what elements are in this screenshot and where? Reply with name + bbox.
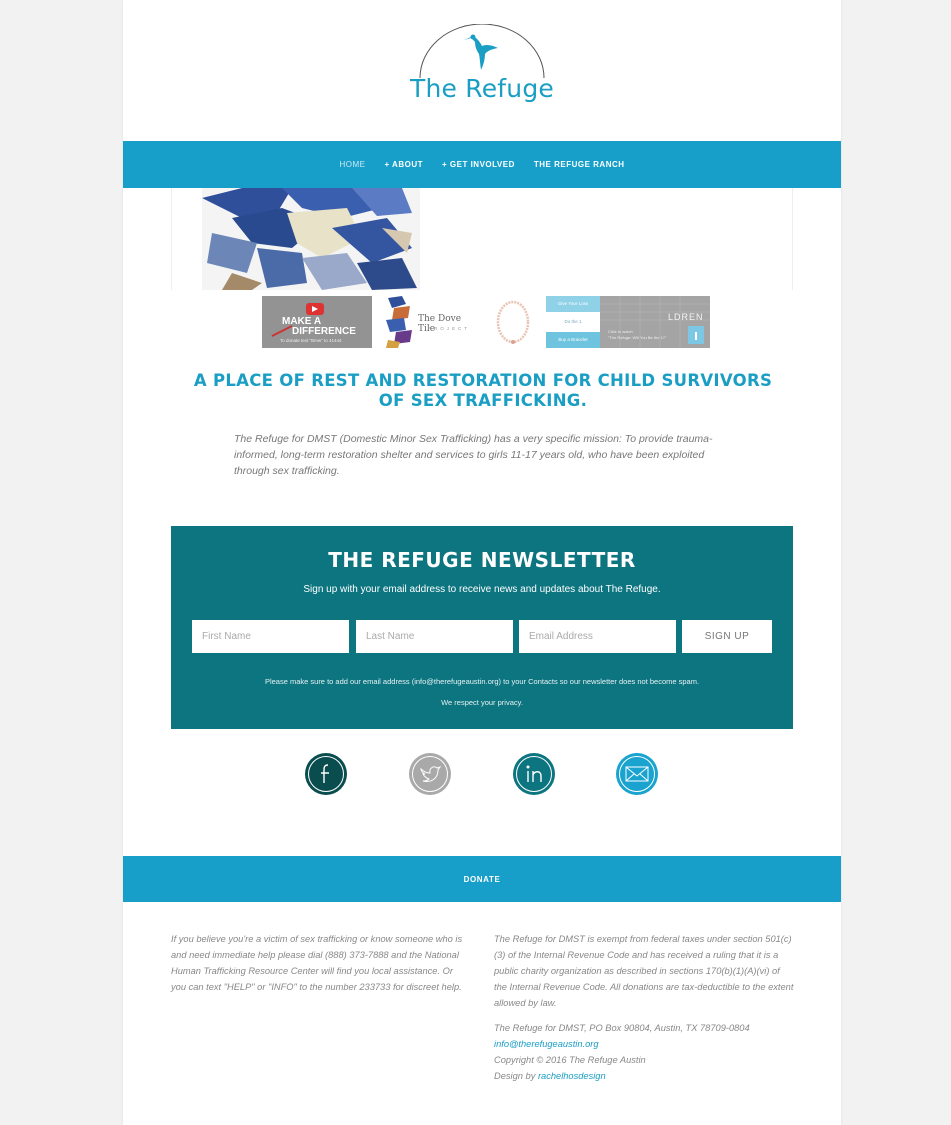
footer-tax-text: The Refuge for DMST is exempt from feder…: [494, 934, 794, 1008]
hummingbird-icon: [464, 34, 498, 70]
footer-address: The Refuge for DMST, PO Box 90804, Austi…: [494, 1023, 750, 1033]
newsletter-spam-note: Please make sure to add our email addres…: [264, 677, 700, 686]
mission-statement: The Refuge for DMST (Domestic Minor Sex …: [234, 433, 713, 477]
email-icon[interactable]: [615, 752, 659, 796]
first-name-field[interactable]: [192, 620, 349, 653]
footer-email-link[interactable]: info@therefugeaustin.org: [494, 1039, 599, 1049]
page-container: The Refuge HOME + ABOUT + GET INVOLVED T…: [123, 0, 841, 1125]
thumb-children-caption1: Click to watch: [608, 329, 633, 334]
page-headline: A PLACE OF REST AND RESTORATION FOR CHIL…: [193, 371, 773, 410]
thumb-make-a-difference-line2: DIFFERENCE: [292, 326, 356, 337]
linkedin-icon[interactable]: [512, 752, 556, 796]
thumb-dove-tile-title: The Dove Tile: [418, 314, 462, 334]
donate-link[interactable]: DONATE: [464, 875, 501, 884]
thumb-make-a-difference[interactable]: MAKE A DIFFERENCE To donate text "Bmw" t…: [262, 296, 372, 348]
site-header: The Refuge: [123, 0, 841, 141]
slideshow-main-image[interactable]: [171, 188, 793, 290]
newsletter-title: THE REFUGE NEWSLETTER: [328, 548, 636, 572]
thumb-dove-tile-project[interactable]: The Dove Tile PROJECT: [384, 296, 480, 348]
thumb-mission-btn3: Buy a Bracelet: [546, 332, 600, 348]
thumb-make-a-difference-caption: To donate text "Bmw" to 41444: [280, 338, 342, 343]
footer-right: The Refuge for DMST is exempt from feder…: [494, 931, 794, 1084]
newsletter-privacy-note: We respect your privacy.: [441, 698, 523, 707]
footer-design-prefix: Design by: [494, 1071, 538, 1081]
footer-copyright: Copyright © 2016 The Refuge Austin: [494, 1055, 646, 1065]
designer-link[interactable]: rachelhosdesign: [538, 1071, 606, 1081]
footer-help-text: If you believe you're a victim of sex tr…: [171, 934, 463, 992]
donate-bar: DONATE: [123, 856, 841, 902]
nav-item-get-involved[interactable]: + GET INVOLVED: [442, 160, 515, 169]
nav-item-about[interactable]: + ABOUT: [384, 160, 423, 169]
last-name-field[interactable]: [356, 620, 513, 653]
email-field[interactable]: [519, 620, 676, 653]
thumb-dove-tile-sub: PROJECT: [428, 326, 471, 331]
main-nav: HOME + ABOUT + GET INVOLVED THE REFUGE R…: [123, 141, 841, 188]
nav-item-refuge-ranch[interactable]: THE REFUGE RANCH: [534, 160, 625, 169]
thumb-mission-btn2: Do the 1: [546, 314, 600, 330]
thumb-mission-btn1: Give Your Loss: [546, 296, 600, 312]
slideshow-thumbnails: MAKE A DIFFERENCE To donate text "Bmw" t…: [262, 296, 710, 348]
thumb-children-video[interactable]: LDREN Click to watch "The Refuge: Will Y…: [600, 296, 710, 348]
thumb-mission-buttons[interactable]: Give Your Loss Do the 1 Buy a Bracelet: [546, 296, 600, 348]
sign-up-button[interactable]: SIGN UP: [682, 620, 772, 653]
dove-tiles-image: [202, 188, 420, 290]
nav-item-home[interactable]: HOME: [339, 160, 365, 169]
thumb-children-text: LDREN: [668, 312, 704, 322]
newsletter-block: THE REFUGE NEWSLETTER Sign up with your …: [171, 526, 793, 729]
twitter-icon[interactable]: [408, 752, 452, 796]
site-title[interactable]: The Refuge: [123, 74, 841, 103]
logo-mark[interactable]: [413, 24, 551, 80]
newsletter-subtitle: Sign up with your email address to recei…: [303, 584, 661, 595]
thumb-children-caption2: "The Refuge: Will You Be the 1?": [608, 335, 667, 340]
facebook-icon[interactable]: [304, 752, 348, 796]
thumb-bracelet[interactable]: [492, 296, 534, 348]
